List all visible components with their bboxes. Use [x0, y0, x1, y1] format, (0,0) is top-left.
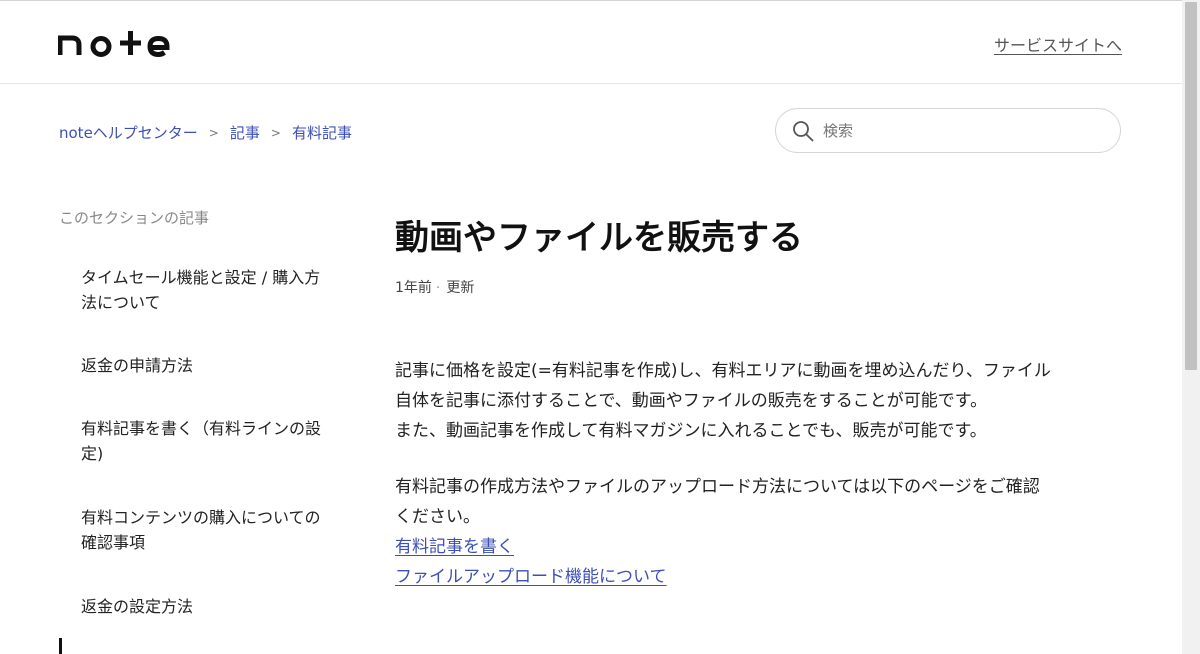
sidebar-item-write-paid-article[interactable]: 有料記事を書く（有料ラインの設定) — [81, 416, 321, 466]
article-meta-dot: · — [435, 280, 441, 296]
breadcrumb-separator: > — [208, 125, 219, 140]
article-text-line: ください。 — [395, 507, 480, 527]
breadcrumb: noteヘルプセンター > 記事 > 有料記事 — [59, 122, 352, 143]
article-paragraph-2: 有料記事の作成方法やファイルのアップロード方法については以下のページをご確認 く… — [395, 472, 1115, 592]
article-text-line: また、動画記事を作成して有料マガジンに入れることでも、販売が可能です。 — [395, 421, 987, 441]
link-write-paid-article[interactable]: 有料記事を書く — [395, 532, 514, 562]
sidebar-active-marker — [59, 638, 62, 654]
scrollbar-thumb[interactable] — [1185, 2, 1197, 370]
article-meta-time: 1年前 — [395, 280, 432, 296]
article-meta: 1年前 · 更新 — [395, 277, 474, 297]
sidebar-item-time-sale[interactable]: タイムセール機能と設定 / 購入方法について — [81, 265, 321, 315]
site-header: サービスサイトへ — [0, 1, 1182, 84]
article-text-line: 自体を記事に添付することで、動画やファイルの販売をすることが可能です。 — [395, 391, 988, 411]
sidebar-item-refund-settings[interactable]: 返金の設定方法 — [81, 594, 321, 619]
search-input[interactable] — [823, 121, 1093, 140]
search-icon — [793, 120, 814, 141]
sidebar-section-title: このセクションの記事 — [59, 209, 210, 227]
article-title: 動画やファイルを販売する — [395, 218, 803, 258]
article-text-line: 有料記事の作成方法やファイルのアップロード方法については以下のページをご確認 — [395, 477, 1040, 497]
breadcrumb-separator: > — [270, 125, 281, 140]
page: サービスサイトへ noteヘルプセンター > 記事 > 有料記事 このセクション… — [0, 0, 1200, 654]
scrollbar[interactable] — [1182, 0, 1200, 654]
sidebar-item-purchase-notes[interactable]: 有料コンテンツの購入についての確認事項 — [81, 505, 321, 555]
article-text-line: 記事に価格を設定(=有料記事を作成)し、有料エリアに動画を埋め込んだり、ファイル — [395, 361, 1051, 381]
service-site-link[interactable]: サービスサイトへ — [994, 32, 1122, 56]
search-box[interactable] — [775, 108, 1121, 153]
sidebar-item-refund-request[interactable]: 返金の申請方法 — [81, 353, 321, 378]
note-logo[interactable] — [58, 27, 176, 57]
article-meta-updated: 更新 — [446, 280, 475, 296]
breadcrumb-help-center[interactable]: noteヘルプセンター — [59, 122, 198, 143]
article-paragraph-1: 記事に価格を設定(=有料記事を作成)し、有料エリアに動画を埋め込んだり、ファイル… — [395, 356, 1115, 446]
link-file-upload-feature[interactable]: ファイルアップロード機能について — [395, 562, 667, 592]
breadcrumb-paid-articles[interactable]: 有料記事 — [292, 122, 352, 143]
breadcrumb-articles[interactable]: 記事 — [230, 122, 260, 143]
